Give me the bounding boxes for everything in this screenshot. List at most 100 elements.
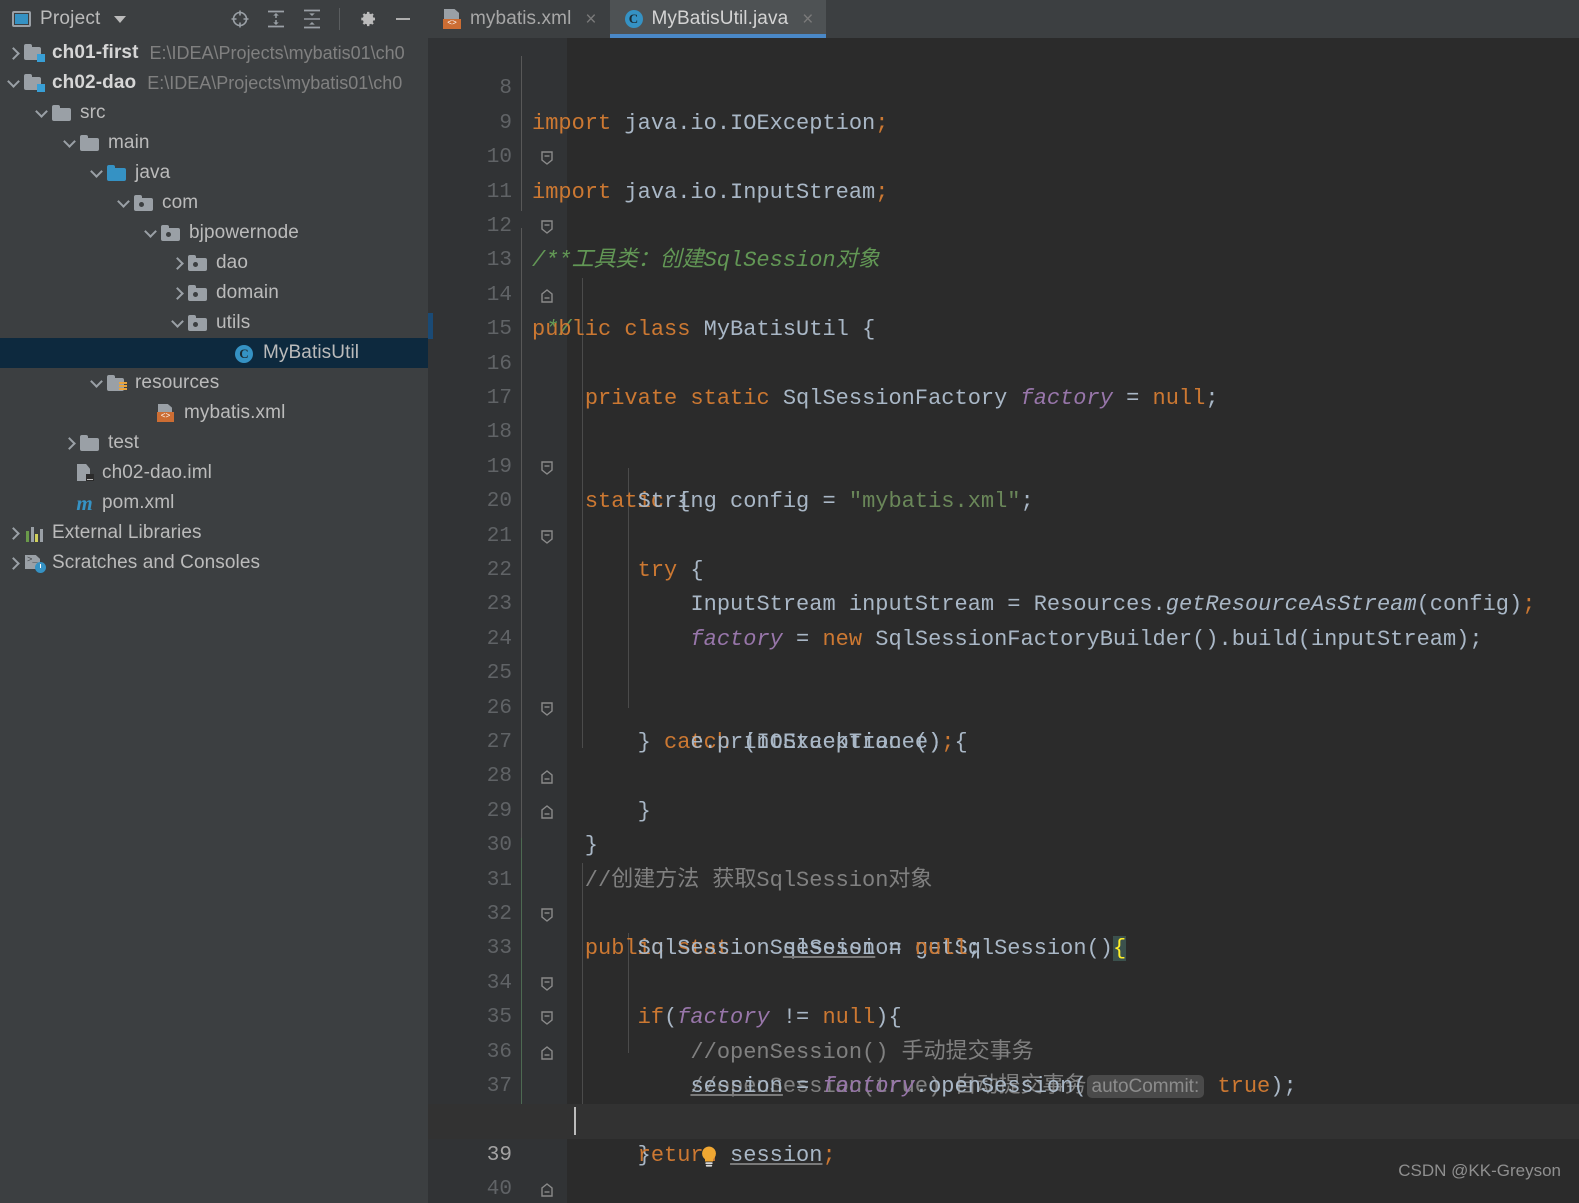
chevron-right-icon[interactable] <box>6 525 22 541</box>
tree-node-java[interactable]: java <box>0 158 428 188</box>
chevron-down-icon[interactable] <box>89 165 105 181</box>
close-icon[interactable]: × <box>585 10 596 29</box>
project-panel-header: Project <box>0 0 428 38</box>
text-caret <box>574 1107 576 1136</box>
code-line: 22 InputStream inputStream = Resources.g… <box>428 520 1579 617</box>
code-lines: 8 import java.io.IOException; 9 import j… <box>428 38 1579 1203</box>
package-folder-icon <box>188 284 209 302</box>
editor-tab-bar: <> mybatis.xml × C MyBatisUtil.java × <box>428 0 1579 38</box>
tab-label: mybatis.xml <box>470 8 572 29</box>
resources-folder-icon <box>107 374 128 392</box>
tree-node-dao[interactable]: dao <box>0 248 428 278</box>
lightbulb-icon[interactable] <box>540 1110 717 1167</box>
code-line: 11 /** <box>428 141 1579 274</box>
tree-node-label: dao <box>216 252 249 273</box>
chevron-down-icon[interactable] <box>170 315 186 331</box>
xml-file-icon: <> <box>156 404 177 422</box>
code-line: 26 e.printStackTrace(); <box>428 657 1579 755</box>
external-libraries-icon <box>24 524 45 542</box>
chevron-right-icon[interactable] <box>62 435 78 451</box>
chevron-right-icon[interactable] <box>6 45 22 61</box>
chevron-down-icon[interactable] <box>116 195 132 211</box>
close-icon[interactable]: × <box>802 10 813 29</box>
tree-node-domain[interactable]: domain <box>0 278 428 308</box>
tab-mybatis-xml[interactable]: <> mybatis.xml × <box>428 0 610 38</box>
code-line: 36 session = factory.openSession(autoCom… <box>428 1001 1579 1099</box>
tree-node-ch02-dao[interactable]: ch02-dao E:\IDEA\Projects\mybatis01\ch0 <box>0 68 428 98</box>
project-panel-title: Project <box>40 8 101 29</box>
project-panel-icon <box>12 11 31 27</box>
tree-node-label: java <box>135 162 171 183</box>
code-line: 13 */ <box>428 210 1579 342</box>
hide-panel-icon[interactable] <box>392 8 414 30</box>
collapse-all-icon[interactable] <box>301 8 323 30</box>
tree-node-label: domain <box>216 282 279 303</box>
code-line: 34 //openSession() 手动提交事务 <box>428 932 1579 1065</box>
tree-node-path: E:\IDEA\Projects\mybatis01\ch0 <box>149 42 405 63</box>
tree-node-mybatis-xml[interactable]: <> mybatis.xml <box>0 398 428 428</box>
java-class-icon: C <box>234 344 256 363</box>
chevron-right-icon[interactable] <box>170 255 186 271</box>
tree-node-ch02-dao-iml[interactable]: ch02-dao.iml <box>0 458 428 488</box>
xml-file-icon: <> <box>442 9 462 29</box>
tree-node-utils[interactable]: utils <box>0 308 428 338</box>
tree-node-mybatisutil[interactable]: C MyBatisUtil <box>0 338 428 368</box>
code-line: 25 } catch (IOException e) { <box>428 623 1579 755</box>
tree-node-test[interactable]: test <box>0 428 428 458</box>
code-editor[interactable]: 8 import java.io.IOException; 9 import j… <box>428 38 1579 1203</box>
code-line: 23 factory = new SqlSessionFactoryBuilde… <box>428 554 1579 651</box>
code-line: 21 <box>428 485 1579 548</box>
code-line: 16 private static SqlSessionFactory fact… <box>428 313 1579 411</box>
code-line: 37 } <box>428 1036 1579 1168</box>
package-folder-icon <box>161 224 182 242</box>
tree-node-external-libraries[interactable]: External Libraries <box>0 518 428 548</box>
scratches-icon: >_ <box>24 554 46 573</box>
tree-node-label: pom.xml <box>102 492 175 513</box>
tree-node-src[interactable]: src <box>0 98 428 128</box>
folder-icon <box>80 434 101 452</box>
tree-node-resources[interactable]: resources <box>0 368 428 398</box>
tree-node-path: E:\IDEA\Projects\mybatis01\ch0 <box>147 72 403 93</box>
chevron-right-icon[interactable] <box>170 285 186 301</box>
tree-node-ch01-first[interactable]: ch01-first E:\IDEA\Projects\mybatis01\ch… <box>0 38 428 68</box>
chevron-down-icon[interactable] <box>143 225 159 241</box>
tree-node-main[interactable]: main <box>0 128 428 158</box>
code-line: 12 * 工具类：创建SqlSession对象 <box>428 176 1579 273</box>
chevron-down-icon[interactable] <box>62 135 78 151</box>
editor-area: <> mybatis.xml × C MyBatisUtil.java × 8 … <box>428 0 1579 1203</box>
code-line: 38 return session; <box>428 1070 1579 1167</box>
code-line: 28 } <box>428 726 1579 858</box>
settings-gear-icon[interactable] <box>356 8 378 30</box>
chevron-down-icon[interactable] <box>6 75 22 91</box>
tree-node-label: test <box>108 432 140 453</box>
tree-node-label: MyBatisUtil <box>263 342 360 363</box>
project-selector[interactable]: Project <box>12 8 126 30</box>
code-line: 32 SqlSession session = null; <box>428 864 1579 961</box>
tree-node-scratches-and-consoles[interactable]: >_ Scratches and Consoles <box>0 548 428 578</box>
tree-node-bjpowernode[interactable]: bjpowernode <box>0 218 428 248</box>
code-line: 10 <box>428 107 1579 169</box>
tree-node-com[interactable]: com <box>0 188 428 218</box>
tree-node-pom-xml[interactable]: m pom.xml <box>0 488 428 518</box>
tree-node-label: main <box>108 132 150 153</box>
tree-node-label: ch02-dao.iml <box>102 462 212 483</box>
tab-mybatisutil-java[interactable]: C MyBatisUtil.java × <box>609 0 827 38</box>
code-line-current: 39 } <box>428 1104 1579 1197</box>
package-folder-icon <box>134 194 155 212</box>
chevron-right-icon[interactable] <box>6 555 22 571</box>
module-folder-icon <box>24 74 45 92</box>
code-line: 33 if(factory != null){ <box>428 898 1579 1030</box>
expand-all-icon[interactable] <box>265 8 287 30</box>
tree-node-label: mybatis.xml <box>184 402 286 423</box>
source-root-folder-icon <box>107 164 128 182</box>
chevron-down-icon[interactable] <box>34 105 50 121</box>
code-line: 15 <box>428 279 1579 341</box>
locate-in-tree-icon[interactable] <box>229 8 251 30</box>
code-line: 20 try { <box>428 451 1579 583</box>
tree-node-label: bjpowernode <box>189 222 299 243</box>
chevron-down-icon[interactable] <box>113 15 126 23</box>
folder-icon <box>52 104 73 122</box>
chevron-down-icon[interactable] <box>89 375 105 391</box>
toolbar-divider <box>339 8 340 30</box>
